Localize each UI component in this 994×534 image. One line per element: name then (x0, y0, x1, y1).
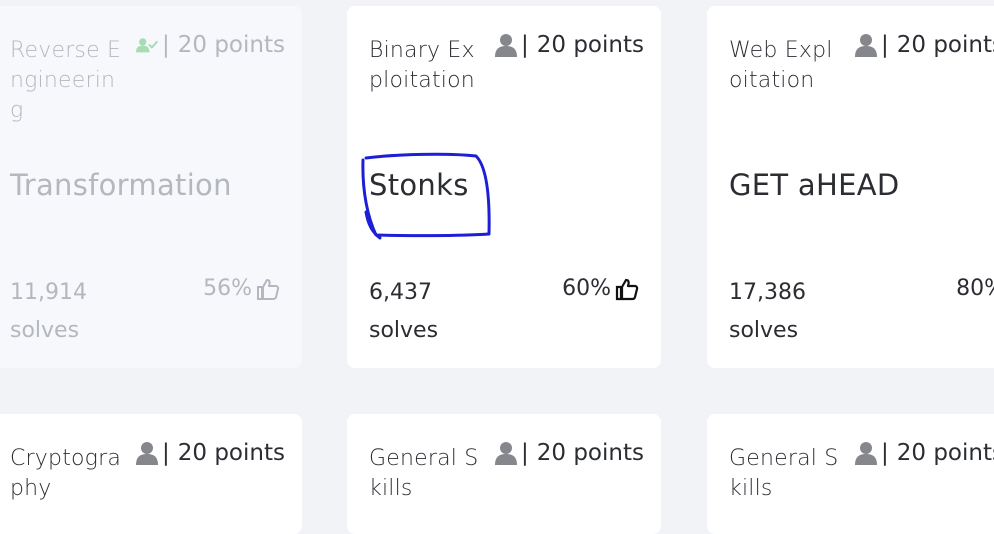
solves-count-block: 17,386 solves (729, 274, 806, 350)
solves-count: 6,437 (369, 280, 432, 305)
challenge-points: | 20 points (136, 32, 285, 58)
user-icon (495, 34, 517, 57)
challenge-card[interactable]: Binary Exploitation | 20 points Stonks 6… (347, 6, 661, 368)
points-label: 20 points (896, 32, 994, 58)
challenge-rating: 56% (203, 276, 280, 301)
challenge-rating: 60% (562, 276, 639, 301)
rating-percent: 56% (203, 276, 252, 301)
challenge-points: | 20 points (855, 440, 994, 466)
challenge-card[interactable]: Web Exploitation | 20 points GET aHEAD 1… (707, 6, 994, 368)
solves-count-block: 11,914 solves (10, 274, 87, 350)
solves-count: 17,386 (729, 280, 806, 305)
user-icon (855, 442, 877, 465)
solves-label: solves (729, 318, 799, 343)
challenge-title[interactable]: Stonks (369, 168, 469, 202)
user-icon (855, 34, 877, 57)
points-label: 20 points (536, 32, 644, 58)
challenge-card[interactable]: General Skills | 20 points (707, 414, 994, 534)
points-label: 20 points (177, 32, 285, 58)
points-separator: | (521, 440, 529, 466)
solves-label: solves (369, 318, 439, 343)
solves-label: solves (10, 318, 80, 343)
challenge-category: General Skills (729, 446, 839, 501)
rating-percent: 60% (562, 276, 611, 301)
challenge-title[interactable]: GET aHEAD (729, 168, 900, 202)
points-label: 20 points (896, 440, 994, 466)
challenge-points: | 20 points (495, 32, 644, 58)
points-label: 20 points (177, 440, 285, 466)
points-separator: | (881, 440, 889, 466)
solves-count-block: 6,437 solves (369, 274, 438, 350)
challenge-points: | 20 points (136, 440, 285, 466)
thumbs-up-icon[interactable] (615, 277, 639, 301)
challenge-category: Web Exploitation (729, 38, 833, 93)
challenge-category: Reverse Engineering (10, 38, 122, 123)
points-label: 20 points (536, 440, 644, 466)
rating-percent: 80% (956, 276, 994, 301)
challenge-card[interactable]: Cryptography | 20 points (0, 414, 302, 534)
user-check-icon (136, 38, 158, 53)
challenge-category: General Skills (369, 446, 479, 501)
challenge-card[interactable]: General Skills | 20 points (347, 414, 661, 534)
solves-count: 11,914 (10, 280, 87, 305)
challenge-points: | 20 points (855, 32, 994, 58)
user-icon (495, 442, 517, 465)
user-icon (136, 442, 158, 465)
challenge-category: Binary Exploitation (369, 38, 475, 93)
challenge-card[interactable]: Reverse Engineering | 20 points Transfor… (0, 6, 302, 368)
challenge-title[interactable]: Transformation (10, 168, 232, 202)
points-separator: | (162, 32, 170, 58)
points-separator: | (162, 440, 170, 466)
challenge-rating: 80% (956, 276, 994, 301)
challenge-category: Cryptography (10, 446, 122, 501)
challenge-points: | 20 points (495, 440, 644, 466)
points-separator: | (521, 32, 529, 58)
points-separator: | (881, 32, 889, 58)
thumbs-up-icon[interactable] (256, 277, 280, 301)
